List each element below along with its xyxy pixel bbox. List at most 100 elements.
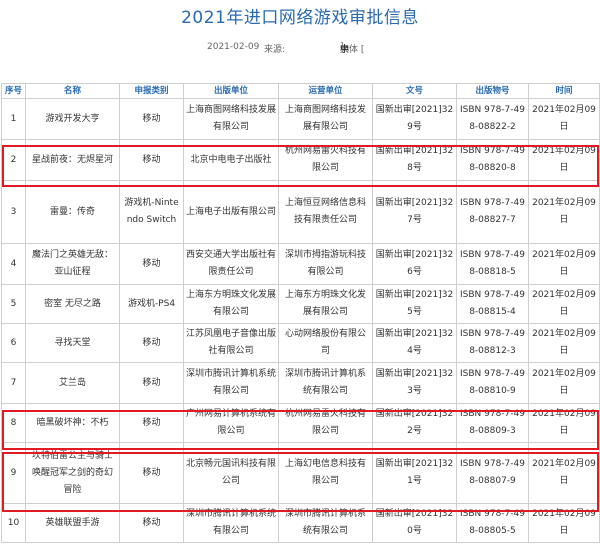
cell-isbn: ISBN 978-7-498-08810-9 [456, 362, 529, 404]
cell-category: 移动 [119, 362, 184, 404]
table-row: 1 游戏开发大亨 移动 上海商图网络科技发展有限公司 上海商图网络科技发展有限公… [1, 98, 600, 140]
cell-name: 艾兰岛 [25, 362, 120, 404]
cell-operator: 上海东方明珠文化发展有限公司 [278, 284, 373, 324]
cell-time: 2021年02月09日 [528, 98, 600, 140]
col-header-category: 申报类别 [119, 83, 184, 99]
cell-operator: 上海恒豆网络信息科技有限责任公司 [278, 180, 373, 244]
cell-publisher: 西安交通大学出版社有限责任公司 [183, 243, 279, 285]
cell-no: 5 [1, 284, 26, 324]
cell-doc: 国新出审[2021]322号 [372, 403, 457, 443]
cell-operator: 心动网络股份有限公司 [278, 323, 373, 363]
cell-publisher: 北京畅元国讯科技有限公司 [183, 442, 279, 504]
cell-name: 寻找天堂 [25, 323, 120, 363]
cell-category: 移动 [119, 442, 184, 504]
cell-no: 7 [1, 362, 26, 404]
col-header-no: 序号 [1, 83, 26, 99]
cell-isbn: ISBN 978-7-498-08805-5 [456, 503, 529, 543]
cell-no: 8 [1, 403, 26, 443]
cell-name: 雷曼：传奇 [25, 180, 120, 244]
table-row: 7 艾兰岛 移动 深圳市腾讯计算机系统有限公司 深圳市腾讯计算机系统有限公司 国… [1, 362, 600, 404]
cell-publisher: 江苏凤凰电子音像出版社有限公司 [183, 323, 279, 363]
cell-doc: 国新出审[2021]321号 [372, 442, 457, 504]
cell-publisher: 深圳市腾讯计算机系统有限公司 [183, 362, 279, 404]
cell-category: 移动 [119, 98, 184, 140]
cell-category: 移动 [119, 323, 184, 363]
cell-publisher: 上海电子出版有限公司 [183, 180, 279, 244]
cell-name: 英雄联盟手游 [25, 503, 120, 543]
cell-no: 2 [1, 139, 26, 181]
cell-name: 星战前夜：无烬星河 [25, 139, 120, 181]
font-size-bracket: ] [340, 42, 344, 52]
table-row: 6 寻找天堂 移动 江苏凤凰电子音像出版社有限公司 心动网络股份有限公司 国新出… [1, 323, 600, 363]
table-row: 8 暗黑破坏神：不朽 移动 广州网易计算机系统有限公司 杭州网易雷火科技有限公司… [1, 403, 600, 443]
col-header-time: 时间 [528, 83, 600, 99]
col-header-name: 名称 [25, 83, 120, 99]
cell-doc: 国新出审[2021]326号 [372, 243, 457, 285]
cell-isbn: ISBN 978-7-498-08818-5 [456, 243, 529, 285]
cell-no: 6 [1, 323, 26, 363]
cell-isbn: ISBN 978-7-498-08820-8 [456, 139, 529, 181]
table-row: 3 雷曼：传奇 游戏机-Nintendo Switch 上海电子出版有限公司 上… [1, 180, 600, 244]
col-header-publisher: 出版单位 [183, 83, 279, 99]
cell-isbn: ISBN 978-7-498-08812-3 [456, 323, 529, 363]
table-row: 2 星战前夜：无烬星河 移动 北京中电电子出版社 杭州网易雷火科技有限公司 国新… [1, 139, 600, 181]
cell-operator: 上海幻电信息科技有限公司 [278, 442, 373, 504]
col-header-doc: 文号 [372, 83, 457, 99]
table-row: 9 坎特伯雷公主与骑士唤醒冠军之剑的奇幻冒险 移动 北京畅元国讯科技有限公司 上… [1, 442, 600, 504]
cell-time: 2021年02月09日 [528, 362, 600, 404]
approval-table: 序号 名称 申报类别 出版单位 运营单位 文号 出版物号 时间 1 游戏开发大亨… [1, 83, 600, 543]
cell-time: 2021年02月09日 [528, 442, 600, 504]
cell-publisher: 上海商图网络科技发展有限公司 [183, 98, 279, 140]
table-row: 10 英雄联盟手游 移动 深圳市腾讯计算机系统有限公司 深圳市腾讯计算机系统有限… [1, 503, 600, 543]
cell-operator: 深圳市拇指游玩科技有限公司 [278, 243, 373, 285]
cell-time: 2021年02月09日 [528, 503, 600, 543]
page-title: 2021年进口网络游戏审批信息 [181, 8, 419, 28]
cell-no: 4 [1, 243, 26, 285]
cell-doc: 国新出审[2021]320号 [372, 503, 457, 543]
cell-time: 2021年02月09日 [528, 243, 600, 285]
cell-time: 2021年02月09日 [528, 323, 600, 363]
cell-operator: 杭州网易雷火科技有限公司 [278, 139, 373, 181]
table-row: 4 魔法门之英雄无敌：亚山征程 移动 西安交通大学出版社有限责任公司 深圳市拇指… [1, 243, 600, 285]
cell-isbn: ISBN 978-7-498-08807-9 [456, 442, 529, 504]
cell-no: 9 [1, 442, 26, 504]
cell-name: 游戏开发大亨 [25, 98, 120, 140]
cell-operator: 深圳市腾讯计算机系统有限公司 [278, 362, 373, 404]
cell-category: 游戏机-Nintendo Switch [119, 180, 184, 244]
cell-category: 游戏机-PS4 [119, 284, 184, 324]
source-label: 来源: [264, 45, 286, 55]
cell-operator: 上海商图网络科技发展有限公司 [278, 98, 373, 140]
cell-time: 2021年02月09日 [528, 403, 600, 443]
table-row: 5 密室 无尽之路 游戏机-PS4 上海东方明珠文化发展有限公司 上海东方明珠文… [1, 284, 600, 324]
cell-isbn: ISBN 978-7-498-08822-2 [456, 98, 529, 140]
publish-date: 2021-02-09 [207, 42, 260, 52]
cell-no: 1 [1, 98, 26, 140]
cell-name: 密室 无尽之路 [25, 284, 120, 324]
cell-isbn: ISBN 978-7-498-08809-3 [456, 403, 529, 443]
col-header-operator: 运营单位 [278, 83, 373, 99]
col-header-isbn: 出版物号 [456, 83, 529, 99]
cell-category: 移动 [119, 503, 184, 543]
cell-category: 移动 [119, 139, 184, 181]
cell-name: 坎特伯雷公主与骑士唤醒冠军之剑的奇幻冒险 [25, 442, 120, 504]
cell-time: 2021年02月09日 [528, 284, 600, 324]
cell-operator: 深圳市腾讯计算机系统有限公司 [278, 503, 373, 543]
cell-doc: 国新出审[2021]327号 [372, 180, 457, 244]
cell-time: 2021年02月09日 [528, 139, 600, 181]
cell-doc: 国新出审[2021]325号 [372, 284, 457, 324]
cell-isbn: ISBN 978-7-498-08827-7 [456, 180, 529, 244]
cell-publisher: 上海东方明珠文化发展有限公司 [183, 284, 279, 324]
cell-name: 暗黑破坏神：不朽 [25, 403, 120, 443]
cell-publisher: 深圳市腾讯计算机系统有限公司 [183, 503, 279, 543]
cell-doc: 国新出审[2021]323号 [372, 362, 457, 404]
table-header-row: 序号 名称 申报类别 出版单位 运营单位 文号 出版物号 时间 [1, 83, 600, 99]
cell-no: 3 [1, 180, 26, 244]
cell-publisher: 广州网易计算机系统有限公司 [183, 403, 279, 443]
cell-publisher: 北京中电电子出版社 [183, 139, 279, 181]
cell-time: 2021年02月09日 [528, 180, 600, 244]
cell-category: 移动 [119, 243, 184, 285]
cell-operator: 杭州网易雷火科技有限公司 [278, 403, 373, 443]
cell-no: 10 [1, 503, 26, 543]
cell-doc: 国新出审[2021]329号 [372, 98, 457, 140]
cell-name: 魔法门之英雄无敌：亚山征程 [25, 243, 120, 285]
